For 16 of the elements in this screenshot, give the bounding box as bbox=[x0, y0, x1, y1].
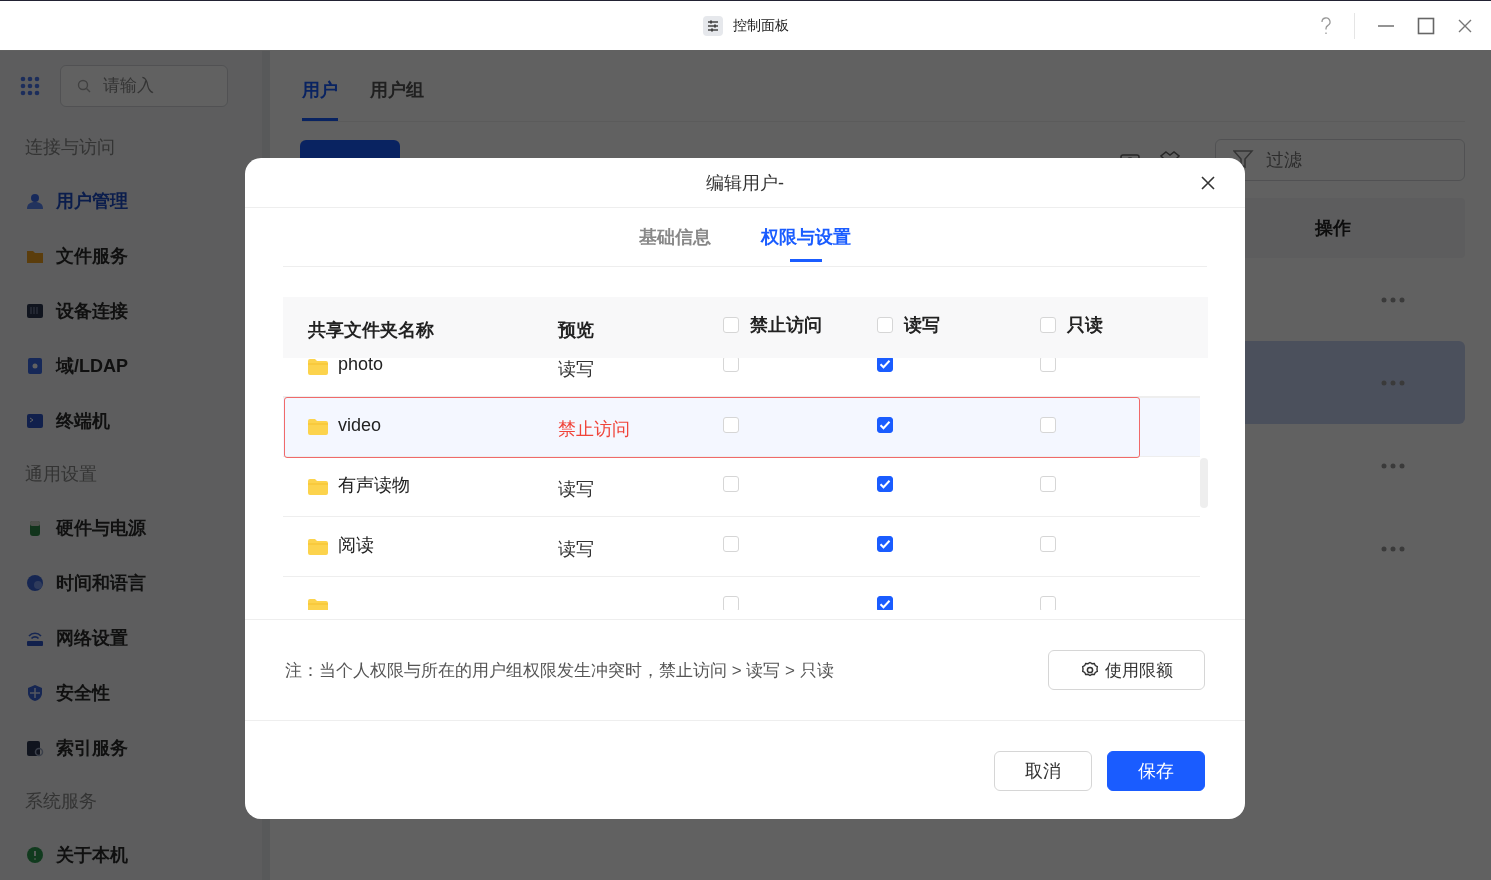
dialog-title: 编辑用户- bbox=[706, 171, 784, 195]
note-text: 注：当个人权限与所在的用户组权限发生冲突时，禁止访问 > 读写 > 只读 bbox=[285, 659, 835, 682]
column-header: 读写 bbox=[904, 313, 940, 337]
column-header: 共享文件夹名称 bbox=[308, 318, 435, 342]
window-title: 控制面板 bbox=[732, 17, 789, 35]
folder-name: 有声读物 bbox=[338, 473, 410, 497]
column-header: 预览 bbox=[558, 318, 595, 342]
folder-name: video bbox=[338, 414, 382, 436]
permission-preview: 读写 bbox=[558, 358, 595, 381]
column-header: 禁止访问 bbox=[750, 313, 822, 337]
column-header: 只读 bbox=[1067, 313, 1103, 337]
permission-preview: 读写 bbox=[558, 477, 595, 501]
permission-preview: 禁止访问 bbox=[558, 418, 631, 441]
permission-preview: 读写 bbox=[558, 537, 595, 561]
folder-name: 阅读 bbox=[338, 533, 374, 557]
column-header: 操作 bbox=[1315, 217, 1352, 240]
